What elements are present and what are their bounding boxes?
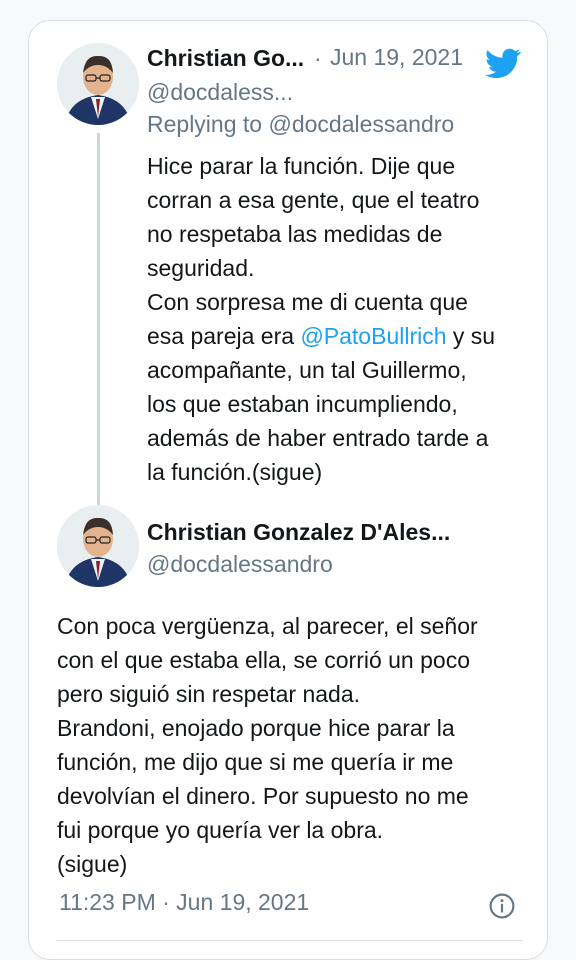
mention-link-patobullrich[interactable]: @PatoBullrich — [300, 323, 446, 349]
tweet-line-segment: esa pareja era — [147, 323, 301, 349]
tweet-line-with-mention: esa pareja era @PatoBullrich y su — [147, 319, 495, 353]
tweet-body: Con poca vergüenza, al parecer, el señor… — [57, 609, 478, 881]
author-name[interactable]: Christian Gonzalez D'Ales... — [147, 519, 450, 546]
meta-separator: · — [314, 45, 322, 71]
replying-handle-link[interactable]: @docdalessandro — [268, 111, 454, 137]
tweet-line: (sigue) — [57, 851, 128, 877]
tweet-body: Hice parar la función. Dije que corran a… — [147, 149, 495, 489]
tweet-line: la función.(sigue) — [147, 459, 323, 485]
tweet-line: fui porque yo quería ver la obra. — [57, 817, 384, 843]
author-name[interactable]: Christian Go... — [147, 45, 304, 72]
tweet-line: pero siguió sin respetar nada. — [57, 681, 361, 707]
info-icon[interactable] — [489, 893, 515, 919]
tweet-line: Brandoni, enojado porque hice parar la — [57, 715, 455, 741]
tweet-line: no respetaba las medidas de — [147, 221, 443, 247]
tweet-line: con el que estaba ella, se corrió un poc… — [57, 647, 470, 673]
tweet-line-segment: y su — [446, 323, 496, 349]
tweet-line: Con poca vergüenza, al parecer, el señor — [57, 613, 478, 639]
tweet-line: Con sorpresa me di cuenta que — [147, 289, 468, 315]
tweet-line: devolvían el dinero. Por supuesto no me — [57, 783, 469, 809]
tweet-timestamp[interactable]: 11:23 PM · Jun 19, 2021 — [59, 889, 309, 916]
author-handle[interactable]: @docdaless... — [147, 79, 293, 106]
avatar[interactable] — [57, 43, 139, 125]
tweet-line: acompañante, un tal Guillermo, — [147, 357, 467, 383]
footer-divider — [57, 940, 523, 941]
avatar[interactable] — [57, 505, 139, 587]
thread-connector-line — [97, 133, 100, 521]
tweet-line: corran a esa gente, que el teatro — [147, 187, 480, 213]
tweet-line: además de haber entrado tarde a — [147, 425, 489, 451]
tweet-line: los que estaban incumpliendo, — [147, 391, 458, 417]
tweet-line: función, me dijo que si me quería ir me — [57, 749, 454, 775]
author-handle[interactable]: @docdalessandro — [147, 551, 333, 578]
tweet-line: seguridad. — [147, 255, 255, 281]
tweet-date[interactable]: Jun 19, 2021 — [330, 44, 463, 71]
twitter-bird-icon[interactable] — [481, 45, 525, 81]
replying-prefix: Replying to — [147, 111, 263, 137]
tweet-line: Hice parar la función. Dije que — [147, 153, 456, 179]
replying-to-line: Replying to @docdalessandro — [147, 111, 454, 138]
tweet-card: Christian Go... · Jun 19, 2021 @docdales… — [28, 20, 548, 960]
